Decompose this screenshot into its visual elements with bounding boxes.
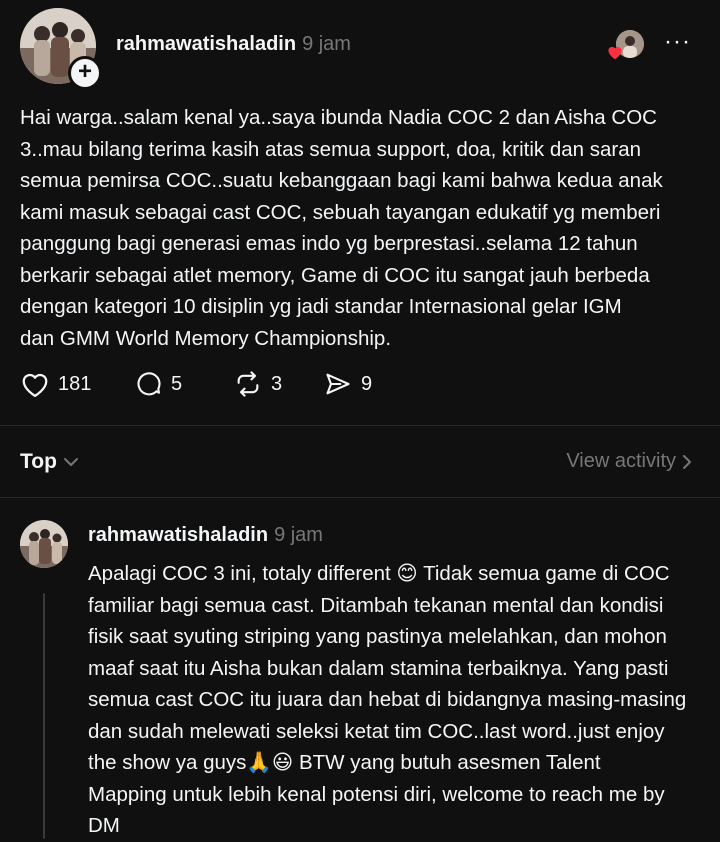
share-button[interactable]: 9 bbox=[323, 370, 372, 398]
repost-button[interactable]: 3 bbox=[233, 370, 323, 398]
post-body: Hai warga..salam kenal ya..saya ibunda N… bbox=[20, 106, 663, 350]
reply-family-photo bbox=[20, 520, 68, 568]
action-bar: 181 5 3 9 bbox=[20, 370, 372, 398]
divider-top bbox=[0, 425, 720, 426]
reply-author-username[interactable]: rahmawatishaladin bbox=[88, 524, 268, 547]
divider-bottom bbox=[0, 497, 720, 498]
follow-button[interactable]: + bbox=[68, 56, 102, 90]
repost-icon bbox=[237, 371, 259, 397]
heart-icon bbox=[22, 373, 48, 397]
heart-badge-icon bbox=[608, 46, 622, 60]
reply-author-avatar[interactable] bbox=[20, 520, 68, 568]
share-count: 9 bbox=[361, 372, 373, 395]
reply-header: rahmawatishaladin 9 jam bbox=[88, 524, 323, 547]
repost-count: 3 bbox=[271, 372, 283, 395]
comment-bubble-icon bbox=[137, 372, 161, 396]
comment-count: 5 bbox=[171, 372, 183, 395]
chevron-right-icon bbox=[683, 454, 691, 469]
sort-dropdown[interactable]: Top bbox=[20, 450, 79, 474]
chevron-down-icon bbox=[63, 458, 78, 466]
comment-button[interactable]: 5 bbox=[135, 370, 233, 398]
thread-line bbox=[43, 593, 45, 839]
like-button[interactable]: 181 bbox=[20, 370, 135, 398]
reply-timestamp: 9 jam bbox=[274, 524, 323, 546]
post-timestamp: 9 jam bbox=[302, 33, 351, 55]
more-icon[interactable]: ··· bbox=[664, 30, 691, 54]
send-icon bbox=[326, 373, 350, 395]
view-activity-label: View activity bbox=[566, 450, 676, 472]
reply-body: Apalagi COC 3 ini, totaly different 😊 Ti… bbox=[88, 562, 687, 837]
post-header: rahmawatishaladin 9 jam bbox=[116, 33, 351, 56]
liked-by-avatar[interactable] bbox=[606, 30, 644, 62]
like-count: 181 bbox=[58, 372, 92, 395]
view-activity-link[interactable]: View activity bbox=[566, 450, 692, 473]
author-username[interactable]: rahmawatishaladin bbox=[116, 33, 296, 56]
sort-label: Top bbox=[20, 450, 57, 473]
